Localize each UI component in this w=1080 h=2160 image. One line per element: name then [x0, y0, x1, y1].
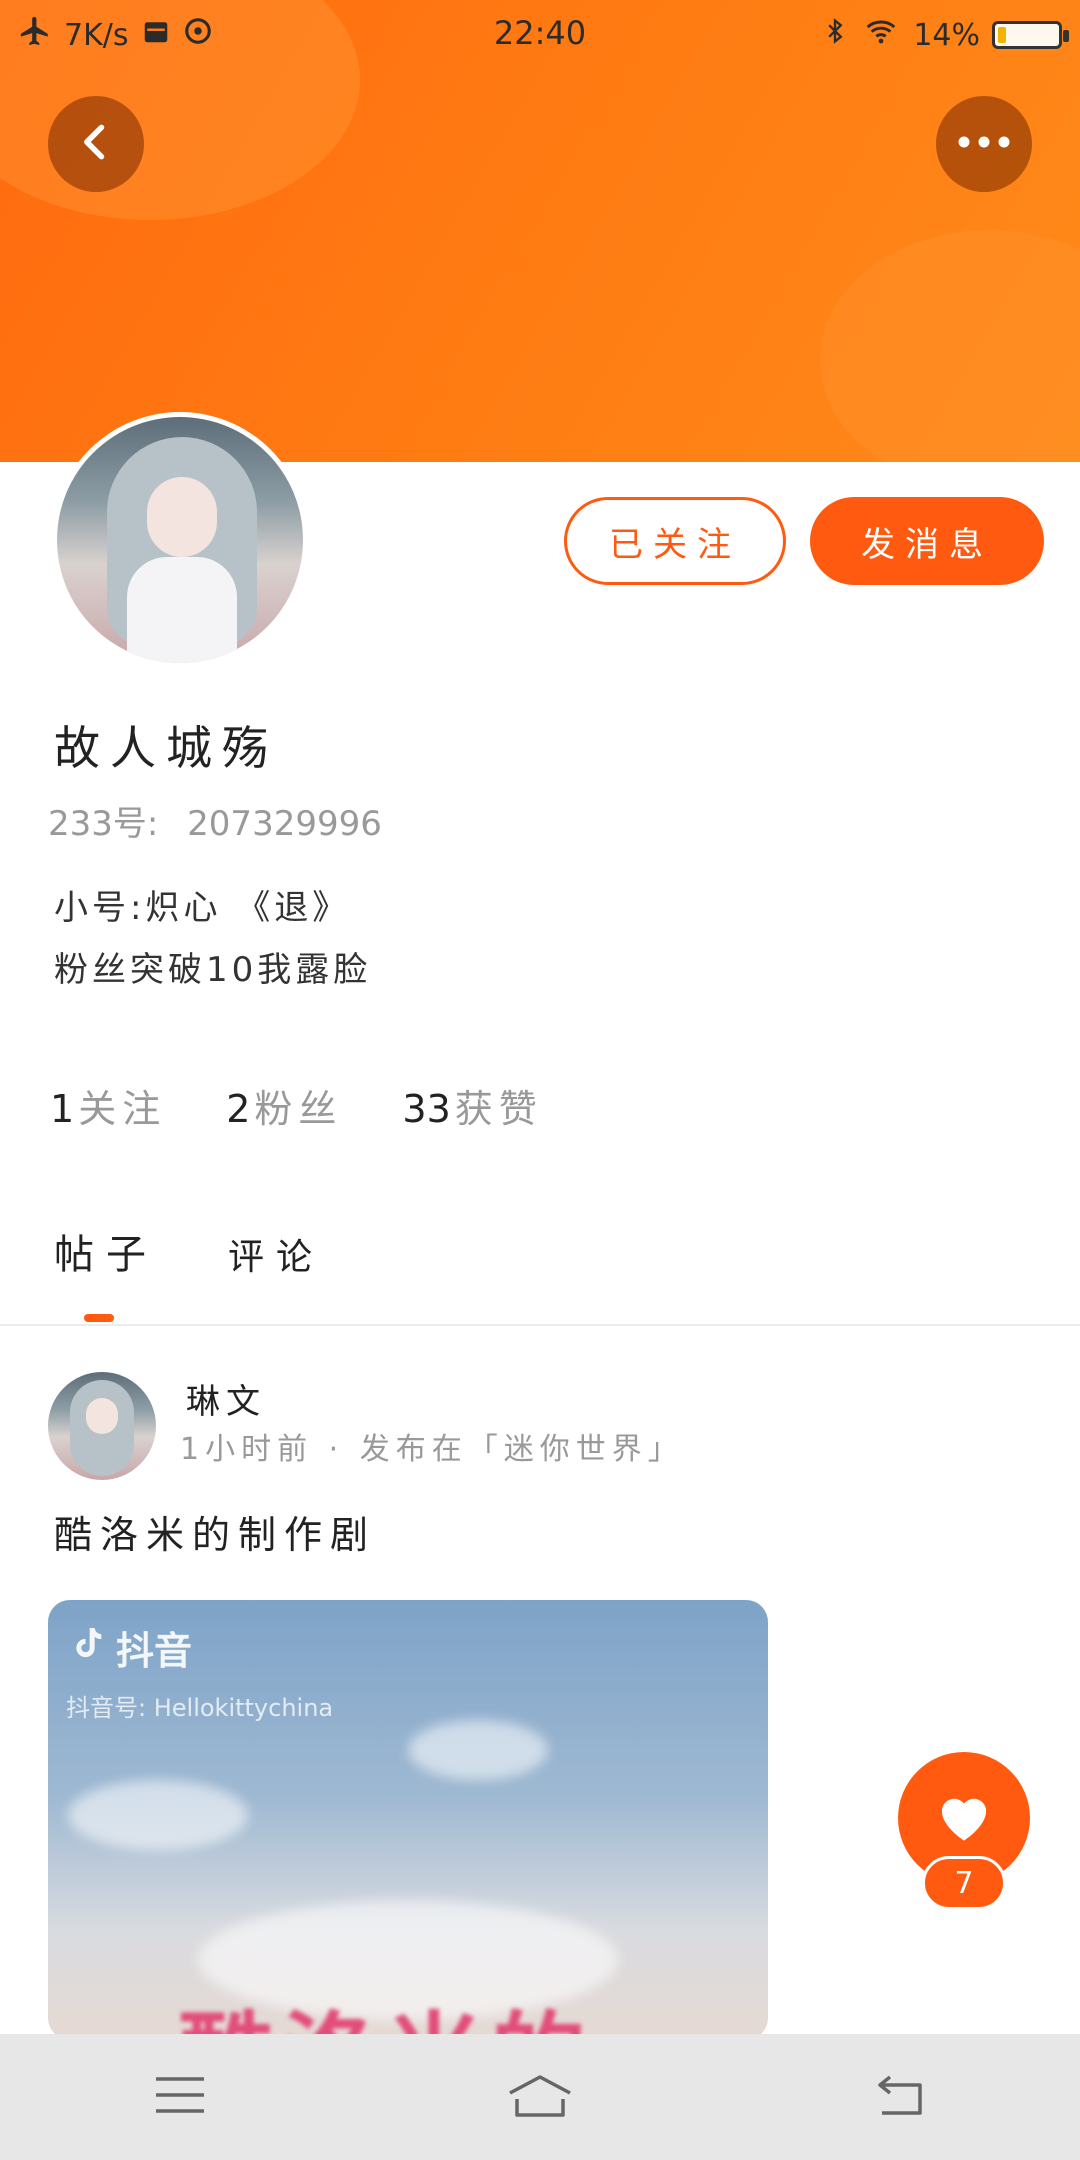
watermark-app-name: 抖音 — [116, 1629, 193, 1673]
tab-posts[interactable]: 帖子 — [54, 1222, 158, 1280]
stat-number: 1 — [50, 1087, 75, 1131]
bio-line: 小号:炽心 《退》 — [54, 888, 351, 928]
avatar-illustration — [86, 1398, 118, 1434]
user-id: 233号: 207329996 — [48, 796, 382, 845]
avatar-illustration — [127, 557, 237, 663]
stat-label: 粉丝 — [254, 1087, 343, 1131]
user-id-value: 207329996 — [187, 804, 382, 844]
stat-number: 33 — [402, 1087, 451, 1131]
stat-label: 关注 — [78, 1087, 167, 1131]
post-title[interactable]: 酷洛米的制作剧 — [54, 1504, 376, 1559]
tab-comments[interactable]: 评论 — [228, 1228, 324, 1280]
stat-followers[interactable]: 2 粉丝 — [226, 1078, 342, 1133]
banner-decoration — [820, 230, 1080, 462]
image-cloud — [68, 1780, 248, 1850]
nav-back-button[interactable] — [840, 2052, 960, 2142]
post-author-name[interactable]: 琳文 — [186, 1374, 266, 1423]
battery-level — [998, 27, 1006, 43]
battery-icon — [992, 21, 1069, 49]
stat-likes: 33 获赞 — [402, 1078, 542, 1133]
avatar-image — [57, 417, 303, 663]
home-icon — [505, 2071, 575, 2123]
profile-stats: 1 关注 2 粉丝 33 获赞 — [50, 1078, 543, 1133]
followed-button[interactable]: 已关注 — [564, 497, 786, 585]
back-button[interactable] — [48, 96, 144, 192]
active-tab-indicator — [84, 1314, 114, 1322]
clock: 22:40 — [493, 14, 587, 52]
status-bar: 7K/s 22:40 14% — [0, 0, 1080, 70]
image-cloud — [408, 1720, 548, 1780]
post-author-avatar[interactable] — [48, 1372, 156, 1480]
image-overlay-text: 酷洛米的 — [178, 1980, 594, 2040]
watermark-id: 抖音号: Hellokittychina — [66, 1694, 334, 1722]
profile-tabs: 帖子 评论 — [54, 1222, 324, 1280]
stat-following[interactable]: 1 关注 — [50, 1078, 166, 1133]
like-count: 7 — [922, 1856, 1006, 1910]
divider — [0, 1324, 1080, 1326]
bio-line: 粉丝突破10我露脸 — [54, 950, 372, 990]
avatar-illustration — [147, 477, 217, 557]
send-message-button[interactable]: 发消息 — [810, 497, 1044, 585]
douyin-logo-icon — [68, 1621, 108, 1674]
system-nav-bar — [0, 2034, 1080, 2160]
post-meta: 1小时前 · 发布在「迷你世界」 — [180, 1432, 684, 1467]
profile-name: 故人城殇 — [54, 721, 278, 775]
more-horizontal-icon — [954, 132, 1014, 156]
douyin-watermark: 抖音 — [68, 1620, 192, 1675]
heart-icon — [934, 1789, 994, 1847]
avatar[interactable] — [52, 412, 308, 668]
user-id-label: 233号: — [48, 804, 159, 844]
stat-number: 2 — [226, 1087, 251, 1131]
post-image[interactable]: 抖音 抖音号: Hellokittychina 酷洛米的 — [48, 1600, 768, 2040]
stat-label: 获赞 — [454, 1087, 543, 1131]
menu-icon — [152, 2073, 208, 2121]
nav-menu-button[interactable] — [120, 2052, 240, 2142]
nav-home-button[interactable] — [480, 2052, 600, 2142]
more-button[interactable] — [936, 96, 1032, 192]
chevron-left-icon — [74, 120, 118, 168]
back-arrow-icon — [872, 2071, 928, 2123]
